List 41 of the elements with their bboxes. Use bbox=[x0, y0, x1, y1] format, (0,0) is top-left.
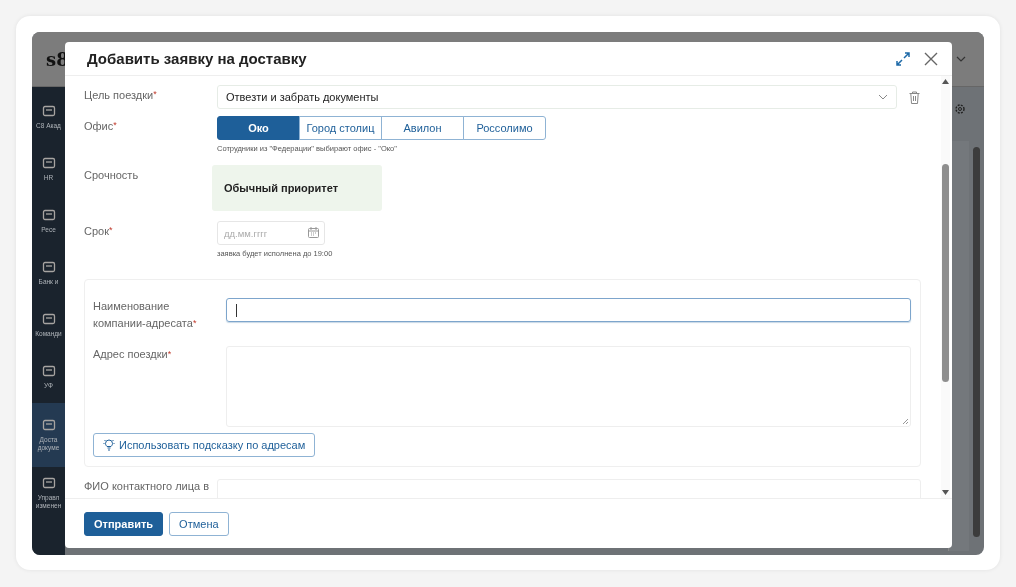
window-icon bbox=[41, 418, 56, 433]
submit-button[interactable]: Отправить bbox=[84, 511, 164, 536]
textarea-field[interactable] bbox=[226, 346, 911, 427]
close-icon[interactable] bbox=[924, 51, 938, 66]
window-icon bbox=[41, 208, 56, 223]
date-field[interactable]: дд.мм.гггг bbox=[217, 221, 325, 245]
lightbulb-icon bbox=[103, 439, 115, 451]
field-label: Адрес поездки* bbox=[93, 347, 173, 362]
window-icon bbox=[41, 260, 56, 275]
window-icon bbox=[41, 156, 56, 171]
cancel-button[interactable]: Отмена bbox=[169, 511, 229, 536]
office-option[interactable]: Авилон bbox=[381, 116, 464, 140]
priority-badge: Обычный приоритет bbox=[212, 165, 382, 211]
chevron-down-icon bbox=[956, 56, 966, 62]
window-icon bbox=[41, 476, 56, 491]
field-label: Срок* bbox=[84, 224, 114, 237]
field-label: ФИО контактного лица в bbox=[84, 479, 211, 492]
scrollbar[interactable] bbox=[973, 147, 980, 537]
scroll-down-arrow-icon[interactable] bbox=[942, 490, 949, 495]
window-icon bbox=[41, 364, 56, 379]
address-hint-button[interactable]: Использовать подсказку по адресам bbox=[93, 433, 316, 457]
calendar-icon bbox=[308, 227, 319, 238]
field-label: Наименование компании-адресата* bbox=[93, 299, 198, 331]
resize-grip-icon[interactable] bbox=[902, 418, 908, 424]
office-option[interactable]: Город столиц bbox=[299, 116, 382, 140]
select-field[interactable]: Отвезти и забрать документы bbox=[217, 85, 897, 109]
field-label: Цель поездки* bbox=[84, 88, 158, 101]
field-label: Офис* bbox=[84, 119, 118, 132]
gear-icon bbox=[954, 103, 966, 115]
field-label: Срочность bbox=[84, 168, 140, 181]
scroll-up-arrow-icon[interactable] bbox=[942, 79, 949, 84]
trash-icon[interactable] bbox=[909, 91, 920, 104]
office-option[interactable]: Око bbox=[217, 116, 300, 140]
scrollbar-thumb[interactable] bbox=[942, 164, 949, 382]
window-icon bbox=[41, 312, 56, 327]
window-icon bbox=[41, 104, 56, 119]
chevron-down-icon bbox=[878, 94, 888, 100]
dialog-title: Добавить заявку на доставку bbox=[87, 50, 308, 67]
input-field[interactable] bbox=[226, 298, 911, 322]
expand-icon[interactable] bbox=[896, 51, 910, 66]
office-option[interactable]: Россолимо bbox=[463, 116, 546, 140]
